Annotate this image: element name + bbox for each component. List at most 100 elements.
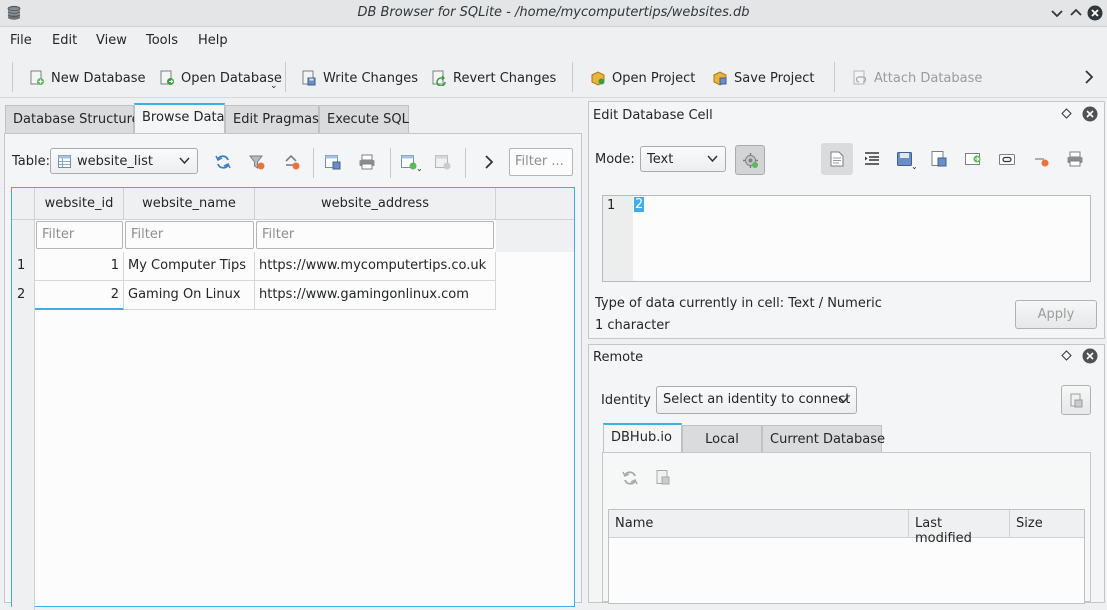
open-database-icon	[160, 70, 174, 85]
remote-clone-icon[interactable]	[655, 469, 673, 487]
apply-button[interactable]: Apply	[1015, 300, 1097, 329]
menu-help[interactable]: Help	[198, 33, 228, 48]
remote-tab-dbhub[interactable]: DBHub.io	[603, 423, 682, 453]
cell-website-name[interactable]: Gaming On Linux	[124, 281, 255, 310]
column-header-website-id[interactable]: website_id	[35, 188, 124, 220]
print-cell-icon[interactable]	[1066, 150, 1084, 168]
open-database-dropdown-icon[interactable]: ⌄	[270, 81, 278, 91]
mode-select[interactable]: Text	[640, 146, 726, 172]
save-table-icon[interactable]	[324, 153, 342, 171]
remote-file-list: Name Last modified Size	[608, 509, 1085, 604]
remote-title: Remote	[593, 350, 644, 365]
word-wrap-toggle[interactable]	[821, 143, 853, 175]
row-header-1[interactable]: 1	[12, 252, 35, 281]
filter-website-id[interactable]: Filter	[36, 221, 123, 249]
link-icon[interactable]	[998, 150, 1016, 168]
row-header-2[interactable]: 2	[12, 281, 35, 310]
cell-website-address[interactable]: https://www.mycomputertips.co.uk	[255, 252, 496, 281]
import-dropdown-icon[interactable]: ⌄	[911, 162, 918, 171]
tab-database-structure[interactable]: Database Structure	[5, 105, 140, 133]
main-toolbar: New Database Open Database ⌄ Write Chang…	[0, 56, 1107, 98]
cell-website-id-selected[interactable]: 2	[35, 281, 124, 310]
menu-tools[interactable]: Tools	[146, 33, 178, 48]
remote-refresh-icon[interactable]	[621, 469, 639, 487]
toolbar-overflow-icon[interactable]	[1082, 69, 1096, 85]
maximize-icon[interactable]	[1068, 5, 1084, 21]
toolbar-separator	[313, 148, 314, 178]
toolbar-separator	[834, 62, 835, 92]
remote-column-last-modified[interactable]: Last modified	[909, 510, 1010, 546]
tab-browse-data[interactable]: Browse Data	[134, 103, 225, 133]
save-project-button[interactable]: Save Project	[712, 69, 815, 87]
attach-database-icon	[853, 70, 867, 85]
revert-changes-icon	[432, 70, 446, 86]
cell-website-name[interactable]: My Computer Tips	[124, 252, 255, 281]
chevron-down-icon	[707, 155, 718, 163]
table-select[interactable]: website_list	[50, 148, 198, 174]
save-project-label: Save Project	[734, 70, 815, 86]
identity-select[interactable]: Select an identity to connect	[656, 386, 857, 414]
revert-changes-label: Revert Changes	[453, 70, 557, 86]
corner-header[interactable]	[12, 188, 35, 220]
set-null-icon[interactable]	[964, 150, 982, 168]
cell-website-id[interactable]: 1	[35, 252, 124, 281]
database-icon	[1070, 393, 1083, 408]
filter-website-name[interactable]: Filter	[125, 221, 254, 249]
table-icon	[58, 155, 71, 168]
new-database-label: New Database	[51, 70, 146, 86]
tab-edit-pragmas[interactable]: Edit Pragmas	[225, 105, 319, 133]
line-number: 1	[607, 198, 616, 213]
toolbar-separator	[572, 62, 573, 92]
insert-record-dropdown-icon[interactable]: ⌄	[416, 164, 423, 173]
global-filter-input[interactable]: Filter ...	[509, 148, 573, 176]
toolbar-separator	[285, 62, 286, 92]
minimize-icon[interactable]	[1049, 5, 1065, 21]
menu-file[interactable]: File	[10, 33, 32, 48]
indent-icon[interactable]	[863, 150, 881, 168]
float-dock-icon[interactable]	[1061, 108, 1072, 119]
erase-icon[interactable]	[1032, 150, 1050, 168]
revert-changes-button[interactable]: Revert Changes	[431, 69, 556, 87]
filter-row-filler	[496, 220, 574, 252]
document-icon	[830, 151, 844, 167]
cell-text-editor[interactable]: 1 2	[602, 195, 1091, 282]
menu-edit[interactable]: Edit	[52, 33, 77, 48]
float-dock-icon[interactable]	[1061, 350, 1072, 361]
auto-switch-mode-button[interactable]	[735, 145, 765, 175]
column-header-website-address[interactable]: website_address	[255, 188, 496, 220]
window-title: DB Browser for SQLite - /home/mycomputer…	[357, 5, 750, 20]
close-dock-icon[interactable]	[1082, 348, 1098, 364]
close-dock-icon[interactable]	[1082, 106, 1098, 122]
column-header-website-name[interactable]: website_name	[124, 188, 255, 220]
remote-tab-local[interactable]: Local	[682, 425, 762, 453]
browse-toolbar-overflow-icon[interactable]	[482, 154, 496, 170]
delete-record-icon[interactable]	[434, 153, 452, 171]
data-size-info: 1 character	[595, 318, 670, 333]
table-label: Table:	[12, 154, 50, 169]
clear-filters-icon[interactable]	[248, 153, 266, 171]
remote-tab-current-database[interactable]: Current Database	[762, 425, 885, 453]
cell-website-address[interactable]: https://www.gamingonlinux.com	[255, 281, 496, 310]
attach-database-button[interactable]: Attach Database	[852, 69, 982, 87]
filter-website-address[interactable]: Filter	[256, 221, 494, 249]
save-project-icon	[713, 71, 727, 86]
menu-view[interactable]: View	[96, 33, 127, 48]
write-changes-icon	[302, 70, 316, 86]
remote-column-size[interactable]: Size	[1010, 510, 1084, 538]
refresh-icon[interactable]	[214, 153, 232, 171]
toolbar-handle	[12, 62, 13, 92]
tab-execute-sql[interactable]: Execute SQL	[319, 105, 409, 133]
new-database-button[interactable]: New Database	[29, 69, 146, 87]
identity-label: Identity	[601, 393, 651, 408]
identity-manage-button[interactable]	[1061, 385, 1091, 415]
title-bar: DB Browser for SQLite - /home/mycomputer…	[0, 0, 1107, 27]
sort-clear-icon[interactable]	[283, 153, 301, 171]
close-window-icon[interactable]	[1087, 5, 1103, 21]
open-project-button[interactable]: Open Project	[590, 69, 695, 87]
write-changes-button[interactable]: Write Changes	[301, 69, 418, 87]
open-database-button[interactable]: Open Database	[159, 69, 282, 87]
print-icon[interactable]	[358, 153, 376, 171]
cell-content-text[interactable]: 2	[634, 197, 645, 212]
export-icon[interactable]	[930, 150, 948, 168]
remote-column-name[interactable]: Name	[609, 510, 909, 538]
